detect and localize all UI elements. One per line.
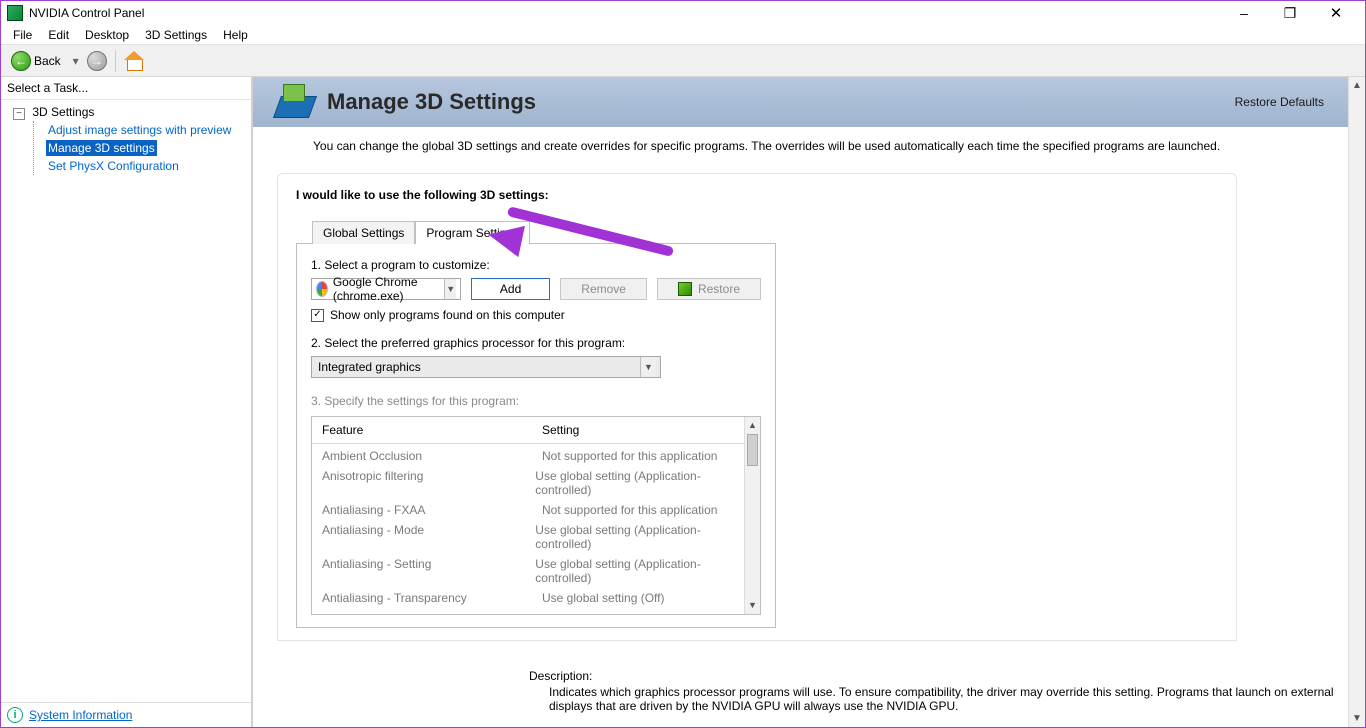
- chevron-down-icon: ▼: [640, 357, 656, 377]
- tree-item-set-physx[interactable]: Set PhysX Configuration: [46, 158, 181, 174]
- menubar: File Edit Desktop 3D Settings Help: [1, 25, 1365, 45]
- page-title: Manage 3D Settings: [327, 89, 1235, 115]
- panel-lead-text: I would like to use the following 3D set…: [296, 188, 1218, 202]
- nvidia-app-icon: [7, 5, 23, 21]
- sidebar-heading: Select a Task...: [1, 77, 251, 100]
- table-row: Antialiasing - SettingUse global setting…: [322, 554, 750, 588]
- gpu-select-value: Integrated graphics: [316, 360, 421, 374]
- menu-3d-settings[interactable]: 3D Settings: [137, 26, 215, 44]
- program-select[interactable]: Google Chrome (chrome.exe) ▼: [311, 278, 461, 300]
- toolbar: ← Back ▾ →: [1, 45, 1365, 77]
- restore-defaults-link[interactable]: Restore Defaults: [1235, 95, 1328, 109]
- window-title: NVIDIA Control Panel: [29, 6, 144, 20]
- scroll-thumb[interactable]: [747, 434, 758, 466]
- titlebar: NVIDIA Control Panel – ❐ ✕: [1, 1, 1365, 25]
- tree-expander-icon[interactable]: −: [13, 108, 25, 120]
- step2-label: 2. Select the preferred graphics process…: [311, 336, 761, 350]
- scroll-down-icon[interactable]: ▼: [745, 597, 760, 614]
- main-scrollbar[interactable]: ▲ ▼: [1348, 77, 1365, 727]
- tree-root-3d-settings[interactable]: − 3D Settings: [13, 104, 251, 121]
- chevron-down-icon: ▼: [444, 279, 456, 299]
- remove-button: Remove: [560, 278, 647, 300]
- description-title: Description:: [529, 669, 1335, 683]
- toolbar-separator: [115, 50, 116, 72]
- program-select-value: Google Chrome (chrome.exe): [333, 275, 445, 303]
- page-header: Manage 3D Settings Restore Defaults: [253, 77, 1348, 127]
- page-intro-text: You can change the global 3D settings an…: [253, 127, 1348, 161]
- chrome-icon: [316, 281, 328, 297]
- column-setting: Setting: [542, 423, 579, 437]
- task-tree: − 3D Settings Adjust image settings with…: [1, 100, 251, 175]
- settings-table: Feature Setting Ambient OcclusionNot sup…: [311, 416, 761, 615]
- scroll-down-icon[interactable]: ▼: [1349, 710, 1365, 727]
- home-icon[interactable]: [124, 51, 144, 71]
- back-label: Back: [34, 54, 61, 68]
- tree-item-adjust-image-settings[interactable]: Adjust image settings with preview: [46, 122, 233, 138]
- main-content: Manage 3D Settings Restore Defaults You …: [253, 77, 1365, 727]
- nvidia-logo-icon: [678, 282, 692, 296]
- settings-scrollbar[interactable]: ▲ ▼: [744, 417, 760, 614]
- settings-panel: I would like to use the following 3D set…: [277, 173, 1237, 641]
- table-row: Antialiasing - ModeUse global setting (A…: [322, 520, 750, 554]
- gpu-select[interactable]: Integrated graphics ▼: [311, 356, 661, 378]
- nvidia-3d-logo-icon: [273, 82, 315, 122]
- system-information-icon: i: [7, 707, 23, 723]
- add-button[interactable]: Add: [471, 278, 550, 300]
- tab-program-settings[interactable]: Program Settings: [415, 221, 530, 244]
- menu-help[interactable]: Help: [215, 26, 256, 44]
- sidebar: Select a Task... − 3D Settings Adjust im…: [1, 77, 253, 727]
- settings-rows: Ambient OcclusionNot supported for this …: [312, 444, 760, 614]
- maximize-button[interactable]: ❐: [1267, 1, 1313, 25]
- table-row: Ambient OcclusionNot supported for this …: [322, 446, 750, 466]
- show-only-label: Show only programs found on this compute…: [330, 308, 565, 322]
- system-information-link[interactable]: System Information: [29, 708, 132, 722]
- table-row: Antialiasing - FXAANot supported for thi…: [322, 500, 750, 520]
- menu-edit[interactable]: Edit: [40, 26, 77, 44]
- close-button[interactable]: ✕: [1313, 1, 1359, 25]
- scroll-up-icon[interactable]: ▲: [745, 417, 760, 434]
- tabs: Global Settings Program Settings: [312, 220, 1218, 243]
- back-history-dropdown[interactable]: ▾: [69, 54, 83, 68]
- show-only-checkbox[interactable]: ✓: [311, 309, 324, 322]
- minimize-button[interactable]: –: [1221, 1, 1267, 25]
- column-feature: Feature: [322, 423, 542, 437]
- restore-program-button: Restore: [657, 278, 761, 300]
- tab-body: 1. Select a program to customize: Google…: [296, 243, 776, 628]
- back-button[interactable]: ← Back: [7, 49, 65, 73]
- tab-global-settings[interactable]: Global Settings: [312, 221, 415, 244]
- tree-item-manage-3d-settings[interactable]: Manage 3D settings: [46, 140, 157, 156]
- menu-file[interactable]: File: [5, 26, 40, 44]
- menu-desktop[interactable]: Desktop: [77, 26, 137, 44]
- scroll-up-icon[interactable]: ▲: [1349, 77, 1365, 94]
- table-row: Anisotropic filteringUse global setting …: [322, 466, 750, 500]
- description-text: Indicates which graphics processor progr…: [529, 685, 1335, 713]
- step1-label: 1. Select a program to customize:: [311, 258, 761, 272]
- table-row: Antialiasing - TransparencyUse global se…: [322, 588, 750, 608]
- forward-button[interactable]: →: [87, 51, 107, 71]
- back-arrow-icon: ←: [11, 51, 31, 71]
- step3-label: 3. Specify the settings for this program…: [311, 394, 761, 408]
- description-block: Description: Indicates which graphics pr…: [529, 669, 1335, 713]
